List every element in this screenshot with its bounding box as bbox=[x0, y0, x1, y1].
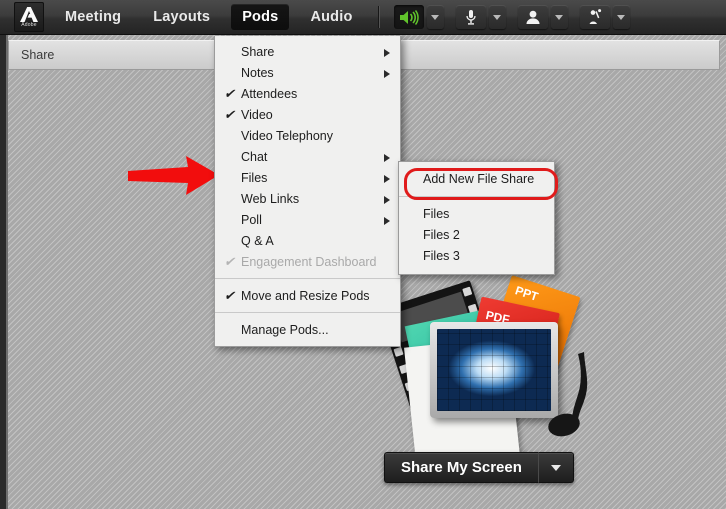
speaker-dropdown-button[interactable] bbox=[426, 5, 444, 29]
menu-item-label: Move and Resize Pods bbox=[241, 288, 370, 303]
menu-layouts[interactable]: Layouts bbox=[142, 4, 221, 30]
menu-item-chat[interactable]: Chat bbox=[215, 146, 400, 167]
menu-item-video-telephony[interactable]: Video Telephony bbox=[215, 125, 400, 146]
chevron-down-icon bbox=[617, 14, 626, 20]
menu-separator bbox=[215, 312, 400, 313]
menu-item-label: Engagement Dashboard bbox=[241, 254, 377, 269]
submenu-separator bbox=[399, 196, 554, 197]
menu-audio[interactable]: Audio bbox=[299, 4, 363, 30]
menu-item-label: Q & A bbox=[241, 233, 274, 248]
chevron-down-icon bbox=[550, 464, 561, 471]
speaker-icon bbox=[399, 9, 419, 25]
menu-item-label: Share bbox=[241, 44, 275, 59]
share-my-screen-dropdown[interactable] bbox=[537, 452, 574, 483]
menu-item-label: Video bbox=[241, 107, 273, 122]
submenu-arrow-icon bbox=[384, 69, 390, 78]
adobe-logo-icon: Adobe bbox=[14, 2, 44, 32]
menu-item-web-links[interactable]: Web Links bbox=[215, 188, 400, 209]
microphone-control-group bbox=[455, 5, 506, 29]
menu-pods[interactable]: Pods bbox=[231, 4, 290, 30]
share-my-screen-button[interactable]: Share My Screen bbox=[384, 452, 574, 483]
menu-item-label: Video Telephony bbox=[241, 128, 333, 143]
stage-left-inner-border bbox=[6, 34, 8, 509]
toolbar-divider bbox=[377, 6, 380, 28]
microphone-toggle-button[interactable] bbox=[455, 5, 486, 29]
submenu-item-files-2[interactable]: Files 2 bbox=[399, 224, 554, 245]
microphone-icon bbox=[465, 9, 476, 25]
checkmark-icon: ✔ bbox=[224, 254, 235, 269]
adobe-connect-window: PPT PDF Share My Screen Share Adobe Meet… bbox=[0, 0, 726, 509]
checkmark-icon: ✔ bbox=[224, 86, 235, 101]
menu-item-notes[interactable]: Notes bbox=[215, 62, 400, 83]
submenu-item-label: Files bbox=[423, 206, 450, 221]
files-submenu: Add New File Share Files Files 2 Files 3 bbox=[398, 161, 555, 275]
pods-dropdown-menu: Share Notes ✔ Attendees ✔ Video Video Te… bbox=[214, 36, 401, 347]
raise-hand-control-group bbox=[579, 5, 630, 29]
chevron-down-icon bbox=[493, 14, 502, 20]
menu-item-label: Attendees bbox=[241, 86, 298, 101]
submenu-arrow-icon bbox=[384, 216, 390, 225]
menu-item-label: Manage Pods... bbox=[241, 322, 329, 337]
adobe-logo-wordmark: Adobe bbox=[21, 21, 37, 28]
red-right-arrow-annotation bbox=[126, 155, 221, 202]
chevron-down-icon bbox=[431, 14, 440, 20]
webcam-icon bbox=[526, 10, 540, 24]
menu-item-attendees[interactable]: ✔ Attendees bbox=[215, 83, 400, 104]
microphone-dropdown-button[interactable] bbox=[488, 5, 506, 29]
ppt-label: PPT bbox=[513, 283, 540, 304]
submenu-item-files-3[interactable]: Files 3 bbox=[399, 245, 554, 266]
share-my-screen-label[interactable]: Share My Screen bbox=[384, 452, 538, 483]
menu-item-share[interactable]: Share bbox=[215, 41, 400, 62]
menu-item-video[interactable]: ✔ Video bbox=[215, 104, 400, 125]
checkmark-icon: ✔ bbox=[224, 288, 235, 303]
submenu-item-files[interactable]: Files bbox=[399, 203, 554, 224]
submenu-item-label: Files 3 bbox=[423, 248, 460, 263]
menu-item-poll[interactable]: Poll bbox=[215, 209, 400, 230]
raise-hand-icon bbox=[589, 9, 601, 24]
chevron-down-icon bbox=[555, 14, 564, 20]
checkmark-icon: ✔ bbox=[224, 107, 235, 122]
submenu-item-add-new-file-share[interactable]: Add New File Share bbox=[399, 168, 554, 189]
menu-item-label: Chat bbox=[241, 149, 268, 164]
submenu-item-label: Files 2 bbox=[423, 227, 460, 242]
speaker-toggle-button[interactable] bbox=[393, 5, 424, 29]
speaker-control-group bbox=[393, 5, 444, 29]
submenu-item-label: Add New File Share bbox=[423, 171, 535, 186]
menu-item-label: Files bbox=[241, 170, 268, 185]
raise-hand-dropdown-button[interactable] bbox=[612, 5, 630, 29]
menu-item-files[interactable]: Files bbox=[215, 167, 400, 188]
share-pod-title: Share bbox=[21, 48, 55, 62]
share-placeholder-graphic: PPT PDF bbox=[378, 275, 603, 472]
webcam-control-group bbox=[517, 5, 568, 29]
menu-item-manage-pods[interactable]: Manage Pods... bbox=[215, 319, 400, 340]
submenu-arrow-icon bbox=[384, 153, 390, 162]
submenu-arrow-icon bbox=[384, 48, 390, 57]
menu-item-label: Web Links bbox=[241, 191, 300, 206]
menu-item-label: Notes bbox=[241, 65, 274, 80]
menu-meeting[interactable]: Meeting bbox=[54, 4, 132, 30]
menu-separator bbox=[215, 278, 400, 279]
music-note-icon bbox=[548, 352, 588, 437]
main-menubar: Adobe Meeting Layouts Pods Audio bbox=[0, 0, 726, 35]
webcam-toggle-button[interactable] bbox=[517, 5, 548, 29]
submenu-arrow-icon bbox=[384, 195, 390, 204]
menu-item-label: Poll bbox=[241, 212, 262, 227]
menu-item-engagement-dashboard: ✔ Engagement Dashboard bbox=[215, 251, 400, 272]
menu-item-qa[interactable]: Q & A bbox=[215, 230, 400, 251]
raise-hand-button[interactable] bbox=[579, 5, 610, 29]
submenu-arrow-icon bbox=[384, 174, 390, 183]
menu-item-move-and-resize-pods[interactable]: ✔ Move and Resize Pods bbox=[215, 285, 400, 306]
webcam-dropdown-button[interactable] bbox=[550, 5, 568, 29]
